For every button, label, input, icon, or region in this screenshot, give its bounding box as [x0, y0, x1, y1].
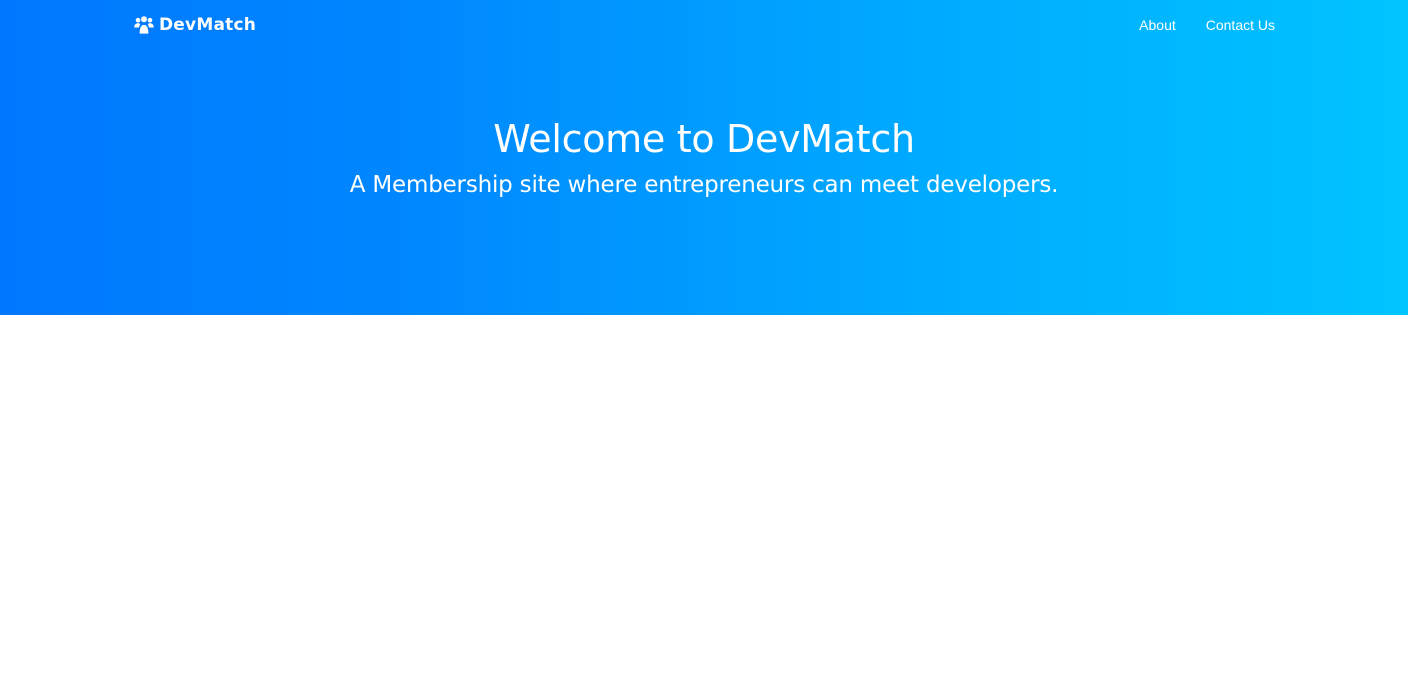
brand-link[interactable]: DevMatch: [134, 13, 256, 37]
nav-link-about[interactable]: About: [1139, 17, 1176, 33]
hero-subtitle: A Membership site where entrepreneurs ca…: [349, 172, 1059, 198]
nav-item-contact: Contact Us: [1206, 0, 1275, 50]
main-content-area: [0, 315, 1408, 675]
hero-section: DevMatch About Contact Us Welcome to Dev…: [0, 0, 1408, 315]
hero-content: Welcome to DevMatch A Membership site wh…: [0, 112, 1408, 202]
navbar: DevMatch About Contact Us: [0, 0, 1408, 50]
nav-link-contact-us[interactable]: Contact Us: [1206, 17, 1275, 33]
users-icon: [134, 15, 154, 35]
brand-name: DevMatch: [159, 15, 257, 35]
nav-links: About Contact Us: [1139, 0, 1275, 50]
nav-item-about: About: [1139, 0, 1176, 50]
hero-title: Welcome to DevMatch: [493, 117, 915, 161]
